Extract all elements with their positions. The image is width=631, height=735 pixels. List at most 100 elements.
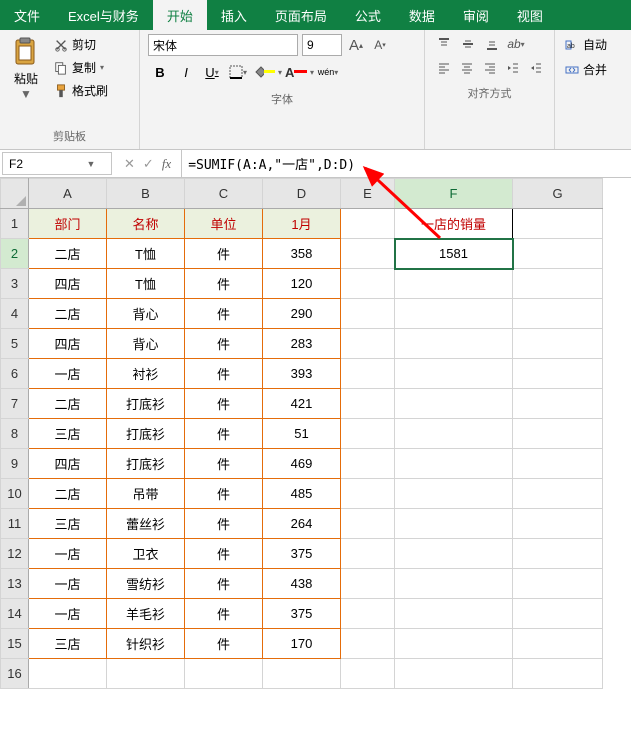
select-all-corner[interactable] bbox=[1, 179, 29, 209]
cell[interactable]: 件 bbox=[185, 239, 263, 269]
menu-view[interactable]: 视图 bbox=[503, 0, 557, 30]
row-header[interactable]: 15 bbox=[1, 629, 29, 659]
cell[interactable]: 衬衫 bbox=[107, 359, 185, 389]
cell[interactable]: 三店 bbox=[29, 419, 107, 449]
cell[interactable]: 件 bbox=[185, 629, 263, 659]
increase-font-button[interactable]: A▴ bbox=[346, 35, 366, 55]
align-bottom-button[interactable] bbox=[481, 34, 503, 54]
cell[interactable] bbox=[341, 629, 395, 659]
cell[interactable]: 单位 bbox=[185, 209, 263, 239]
row-header[interactable]: 12 bbox=[1, 539, 29, 569]
cancel-formula-button[interactable]: ✕ bbox=[124, 156, 135, 172]
align-left-button[interactable] bbox=[433, 58, 454, 78]
cell[interactable]: 421 bbox=[263, 389, 341, 419]
cell[interactable]: 蕾丝衫 bbox=[107, 509, 185, 539]
cell[interactable] bbox=[513, 659, 603, 689]
cell[interactable] bbox=[341, 239, 395, 269]
decrease-font-button[interactable]: A▾ bbox=[370, 35, 390, 55]
cell[interactable] bbox=[341, 509, 395, 539]
cell[interactable] bbox=[513, 599, 603, 629]
cell[interactable]: 二店 bbox=[29, 479, 107, 509]
name-box-input[interactable] bbox=[3, 157, 83, 171]
cell[interactable]: 438 bbox=[263, 569, 341, 599]
cell[interactable] bbox=[513, 449, 603, 479]
row-header[interactable]: 4 bbox=[1, 299, 29, 329]
cell[interactable]: 358 bbox=[263, 239, 341, 269]
enter-formula-button[interactable]: ✓ bbox=[143, 156, 154, 172]
cell[interactable] bbox=[513, 269, 603, 299]
cell[interactable]: 件 bbox=[185, 479, 263, 509]
fill-dropdown[interactable]: ▾ bbox=[278, 68, 282, 77]
phonetic-button[interactable]: wén▾ bbox=[316, 60, 340, 84]
cell[interactable]: 264 bbox=[263, 509, 341, 539]
cell[interactable] bbox=[395, 269, 513, 299]
menu-review[interactable]: 审阅 bbox=[449, 0, 503, 30]
cell[interactable] bbox=[341, 479, 395, 509]
row-header[interactable]: 10 bbox=[1, 479, 29, 509]
cell[interactable] bbox=[395, 629, 513, 659]
cell[interactable] bbox=[395, 599, 513, 629]
col-header-D[interactable]: D bbox=[263, 179, 341, 209]
row-header[interactable]: 14 bbox=[1, 599, 29, 629]
name-box-dropdown[interactable]: ▼ bbox=[83, 159, 99, 169]
italic-button[interactable]: I bbox=[174, 60, 198, 84]
cell[interactable]: 件 bbox=[185, 449, 263, 479]
cell[interactable]: 一店 bbox=[29, 569, 107, 599]
cell[interactable]: 一店的销量 bbox=[395, 209, 513, 239]
decrease-indent-button[interactable] bbox=[502, 58, 523, 78]
cell[interactable]: 件 bbox=[185, 329, 263, 359]
row-header[interactable]: 11 bbox=[1, 509, 29, 539]
cell[interactable]: 一店 bbox=[29, 359, 107, 389]
cell[interactable] bbox=[395, 389, 513, 419]
cell[interactable]: 485 bbox=[263, 479, 341, 509]
cell[interactable] bbox=[107, 659, 185, 689]
row-header[interactable]: 16 bbox=[1, 659, 29, 689]
col-header-A[interactable]: A bbox=[29, 179, 107, 209]
cell[interactable] bbox=[513, 479, 603, 509]
cell[interactable] bbox=[395, 419, 513, 449]
col-header-E[interactable]: E bbox=[341, 179, 395, 209]
font-color-button[interactable]: A bbox=[284, 60, 308, 84]
menu-insert[interactable]: 插入 bbox=[207, 0, 261, 30]
cell[interactable] bbox=[341, 269, 395, 299]
cell[interactable]: 件 bbox=[185, 599, 263, 629]
cell[interactable] bbox=[395, 359, 513, 389]
cell[interactable]: 打底衫 bbox=[107, 449, 185, 479]
cell[interactable] bbox=[395, 539, 513, 569]
orientation-button[interactable]: ab▾ bbox=[505, 34, 527, 54]
cell[interactable]: 一店 bbox=[29, 539, 107, 569]
cell[interactable] bbox=[341, 569, 395, 599]
row-header[interactable]: 8 bbox=[1, 419, 29, 449]
align-right-button[interactable] bbox=[479, 58, 500, 78]
cell[interactable] bbox=[185, 659, 263, 689]
cell[interactable]: 1月 bbox=[263, 209, 341, 239]
menu-formulas[interactable]: 公式 bbox=[341, 0, 395, 30]
cell[interactable]: 一店 bbox=[29, 599, 107, 629]
cell[interactable]: 二店 bbox=[29, 389, 107, 419]
row-header[interactable]: 9 bbox=[1, 449, 29, 479]
cell[interactable]: 290 bbox=[263, 299, 341, 329]
cell[interactable] bbox=[395, 509, 513, 539]
cell[interactable]: 针织衫 bbox=[107, 629, 185, 659]
paste-button[interactable]: 粘贴 ▼ bbox=[6, 34, 46, 103]
merge-button[interactable]: 合并 bbox=[563, 59, 623, 80]
row-header[interactable]: 7 bbox=[1, 389, 29, 419]
border-button[interactable]: ▾ bbox=[226, 60, 250, 84]
copy-button[interactable]: 复制▾ bbox=[50, 57, 112, 78]
cell[interactable] bbox=[395, 329, 513, 359]
cell[interactable] bbox=[513, 569, 603, 599]
cell[interactable] bbox=[513, 239, 603, 269]
fill-color-button[interactable] bbox=[252, 60, 276, 84]
cell[interactable]: 件 bbox=[185, 569, 263, 599]
align-center-button[interactable] bbox=[456, 58, 477, 78]
increase-indent-button[interactable] bbox=[525, 58, 546, 78]
row-header[interactable]: 1 bbox=[1, 209, 29, 239]
font-name-input[interactable] bbox=[148, 34, 298, 56]
cell[interactable]: 卫衣 bbox=[107, 539, 185, 569]
cell[interactable]: 四店 bbox=[29, 449, 107, 479]
cell[interactable] bbox=[513, 299, 603, 329]
name-box[interactable]: ▼ bbox=[2, 152, 112, 175]
cell[interactable]: 部门 bbox=[29, 209, 107, 239]
col-header-C[interactable]: C bbox=[185, 179, 263, 209]
row-header[interactable]: 2 bbox=[1, 239, 29, 269]
